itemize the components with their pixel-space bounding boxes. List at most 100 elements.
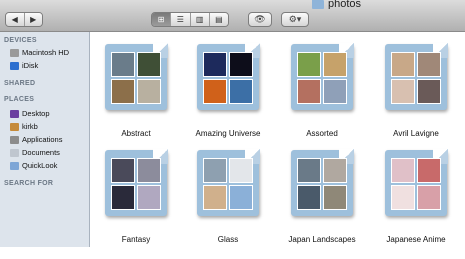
photo-thumbnail [111, 79, 135, 104]
quicklook-button[interactable]: 👁 [248, 12, 272, 27]
sidebar-section-places[interactable]: PLACES [4, 96, 34, 103]
photo-thumbnail [137, 185, 161, 210]
thumbnail-grid [203, 52, 253, 104]
title-bar: photos [0, 0, 465, 10]
icon-view-button[interactable]: ⊞ [152, 13, 172, 26]
photo-thumbnail [417, 52, 441, 77]
photo-thumbnail [391, 185, 415, 210]
photo-thumbnail [391, 52, 415, 77]
list-view-icon: ☰ [176, 15, 184, 24]
photo-thumbnail [323, 52, 347, 77]
photo-thumbnail [229, 79, 253, 104]
photo-thumbnail [203, 52, 227, 77]
sidebar-section-shared[interactable]: SHARED [4, 80, 35, 87]
photo-thumbnail [203, 79, 227, 104]
applications-icon [10, 135, 19, 144]
coverflow-view-icon: ▤ [215, 15, 223, 24]
folder-item[interactable]: Assorted [276, 32, 368, 144]
folder-item[interactable]: Amazing Universe [182, 32, 274, 144]
photo-thumbnail [297, 79, 321, 104]
coverflow-view-button[interactable]: ▤ [209, 13, 228, 26]
sidebar-item-macintosh-hd[interactable]: Macintosh HD [10, 48, 69, 57]
column-view-button[interactable]: ▥ [190, 13, 210, 26]
folder-item[interactable]: Japanese Anime [370, 147, 462, 259]
photo-thumbnail [137, 158, 161, 183]
thumbnail-grid [391, 52, 441, 104]
folder-thumbnail-icon [291, 149, 354, 216]
chevron-right-icon: ▶ [30, 15, 37, 24]
photo-thumbnail [229, 185, 253, 210]
thumbnail-grid [391, 158, 441, 210]
sidebar-item-label: Macintosh HD [22, 48, 70, 57]
photo-thumbnail [417, 158, 441, 183]
photo-thumbnail [229, 52, 253, 77]
sidebar-section-search[interactable]: SEARCH FOR [4, 180, 53, 187]
photo-thumbnail [297, 185, 321, 210]
sidebar-item-quicklook[interactable]: QuickLook [10, 161, 57, 170]
folder-icon [312, 0, 324, 9]
folder-thumbnail-icon [385, 149, 448, 216]
sidebar-item-label: iDisk [22, 61, 39, 70]
folder-item[interactable]: Abstract [90, 32, 182, 144]
folder-label: Glass [217, 235, 239, 244]
sidebar-item-kirkb[interactable]: kirkb [10, 122, 38, 131]
folder-label: Japanese Anime [386, 235, 446, 244]
sidebar-item-label: Applications [22, 135, 63, 144]
thumbnail-grid [297, 158, 347, 210]
sidebar-item-label: Documents [22, 148, 60, 157]
gear-icon: ⚙▾ [288, 14, 302, 24]
action-menu-button[interactable]: ⚙▾ [281, 12, 309, 27]
thumbnail-grid [111, 52, 161, 104]
sidebar-item-label: Desktop [22, 109, 50, 118]
view-mode-buttons: ⊞ ☰ ▥ ▤ [151, 12, 229, 27]
chevron-left-icon: ◀ [11, 15, 18, 24]
file-grid: Abstract Amazing Universe Assorted Avril La… [90, 32, 465, 247]
folder-item[interactable]: Avril Lavigne [370, 32, 462, 144]
photo-thumbnail [417, 79, 441, 104]
folder-item[interactable]: Japan Landscapes [276, 147, 368, 259]
photo-thumbnail [391, 158, 415, 183]
sidebar-item-label: kirkb [22, 122, 38, 131]
photo-thumbnail [111, 185, 135, 210]
home-icon [10, 122, 19, 131]
photo-thumbnail [137, 52, 161, 77]
folder-thumbnail-icon [197, 149, 260, 216]
back-forward-buttons: ◀ ▶ [5, 12, 43, 27]
sidebar-section-devices[interactable]: DEVICES [4, 37, 37, 44]
folder-item[interactable]: Glass [182, 147, 274, 259]
folder-label: Assorted [306, 129, 338, 138]
folder-thumbnail-icon [291, 43, 354, 110]
sidebar-item-desktop[interactable]: Desktop [10, 109, 50, 118]
list-view-button[interactable]: ☰ [171, 13, 191, 26]
icon-view-icon: ⊞ [157, 15, 165, 24]
photo-thumbnail [297, 52, 321, 77]
photo-thumbnail [297, 158, 321, 183]
thumbnail-grid [111, 158, 161, 210]
folder-label: Fantasy [121, 235, 151, 244]
photo-thumbnail [111, 52, 135, 77]
photo-thumbnail [203, 185, 227, 210]
documents-icon [10, 148, 19, 157]
folder-label: Japan Landscapes [288, 235, 356, 244]
thumbnail-grid [297, 52, 347, 104]
desktop-icon [10, 109, 19, 118]
folder-thumbnail-icon [385, 43, 448, 110]
photo-thumbnail [417, 185, 441, 210]
photo-thumbnail [111, 158, 135, 183]
forward-button[interactable]: ▶ [24, 13, 42, 26]
photo-thumbnail [137, 79, 161, 104]
sidebar-item-label: QuickLook [22, 161, 58, 170]
toolbar: ◀ ▶ ⊞ ☰ ▥ ▤ 👁 ⚙▾ [0, 9, 465, 32]
folder-label: Abstract [121, 129, 151, 138]
photo-thumbnail [323, 79, 347, 104]
photo-thumbnail [391, 79, 415, 104]
folder-thumbnail-icon [105, 43, 168, 110]
sidebar-item-idisk[interactable]: iDisk [10, 61, 38, 70]
thumbnail-grid [203, 158, 253, 210]
sidebar-item-documents[interactable]: Documents [10, 148, 60, 157]
folder-label: Amazing Universe [195, 129, 261, 138]
folder-item[interactable]: Fantasy [90, 147, 182, 259]
sidebar-item-applications[interactable]: Applications [10, 135, 62, 144]
back-button[interactable]: ◀ [6, 13, 25, 26]
folder-label: Avril Lavigne [393, 129, 439, 138]
